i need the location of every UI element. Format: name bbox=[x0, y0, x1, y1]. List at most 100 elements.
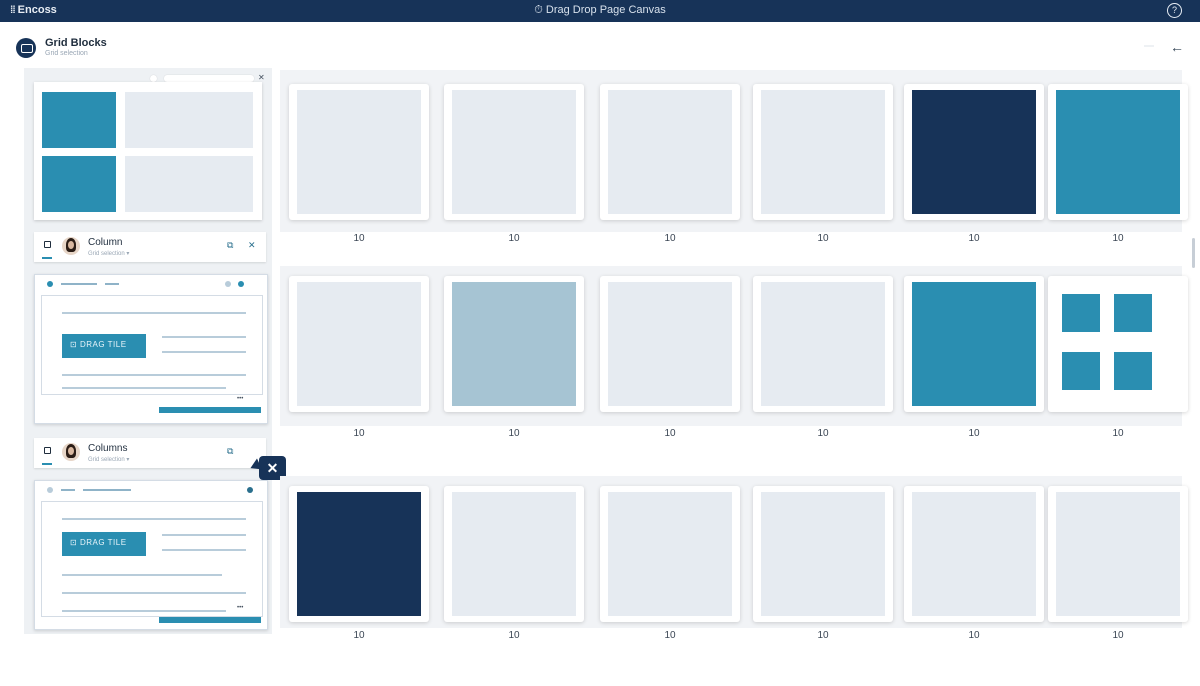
close-icon[interactable]: ✕ bbox=[248, 240, 256, 251]
preview-tile bbox=[125, 156, 253, 212]
text-line bbox=[162, 534, 246, 536]
grid-card[interactable] bbox=[444, 486, 584, 622]
text-line bbox=[162, 351, 246, 353]
more-icon[interactable]: ••• bbox=[237, 396, 243, 402]
card-label: 10 bbox=[508, 233, 520, 244]
card-label: 10 bbox=[508, 428, 520, 439]
card-fill bbox=[297, 90, 421, 214]
drag-tile-button[interactable]: ⊡ DRAG TILE bbox=[62, 532, 146, 556]
grid-card[interactable] bbox=[904, 486, 1044, 622]
card-fill bbox=[761, 90, 885, 214]
timer-icon: ⏱ bbox=[534, 4, 543, 16]
card-label: 10 bbox=[353, 428, 365, 439]
grid-card[interactable] bbox=[600, 486, 740, 622]
grid-card[interactable] bbox=[904, 84, 1044, 220]
grid-card[interactable] bbox=[753, 276, 893, 412]
grid-card[interactable] bbox=[1048, 84, 1188, 220]
grid-card[interactable] bbox=[753, 84, 893, 220]
component-row-columns[interactable]: Columns Grid selection ▾ ⧉ bbox=[34, 438, 266, 468]
tile-icon: ⊡ bbox=[70, 340, 78, 349]
card-label: 10 bbox=[1112, 630, 1124, 641]
grid-card[interactable] bbox=[289, 486, 429, 622]
card-fill bbox=[608, 282, 732, 406]
progress-bar bbox=[159, 407, 261, 413]
grid-card[interactable] bbox=[289, 276, 429, 412]
card-label: 10 bbox=[817, 233, 829, 244]
chevron-down-icon[interactable]: ▾ bbox=[126, 251, 129, 257]
panel-inner: ⊡ DRAG TILE bbox=[41, 501, 263, 617]
component-sidebar: ✕ Column Grid selection ▾ ⧉ ✕ ⊡ DRAG TIL… bbox=[24, 68, 272, 634]
card-fill bbox=[912, 282, 1036, 406]
component-name: Columns bbox=[88, 443, 128, 454]
grid-card[interactable] bbox=[753, 486, 893, 622]
card-label: 10 bbox=[664, 428, 676, 439]
component-meta: Grid selection ▾ bbox=[88, 250, 129, 257]
columns-panel[interactable]: ⊡ DRAG TILE ••• bbox=[34, 480, 268, 630]
page-subtitle: Grid selection bbox=[45, 50, 88, 57]
card-label: 10 bbox=[817, 630, 829, 641]
card-fill bbox=[452, 282, 576, 406]
avatar bbox=[62, 237, 80, 255]
card-fill bbox=[912, 90, 1036, 214]
column-panel[interactable]: ⊡ DRAG TILE ••• bbox=[34, 274, 268, 424]
card-fill bbox=[608, 90, 732, 214]
card-label: 10 bbox=[968, 233, 980, 244]
card-label: 10 bbox=[1112, 428, 1124, 439]
grid-cell bbox=[1062, 352, 1100, 390]
panel-dot-icon bbox=[238, 281, 244, 287]
panel-header-line bbox=[61, 283, 97, 285]
grid-preview-card[interactable] bbox=[34, 82, 262, 220]
drag-handle-underline bbox=[42, 257, 52, 259]
card-label: 10 bbox=[508, 630, 520, 641]
card-label: 10 bbox=[664, 630, 676, 641]
grid-card[interactable] bbox=[904, 276, 1044, 412]
grid-card[interactable] bbox=[289, 84, 429, 220]
component-name: Column bbox=[88, 237, 123, 248]
card-fill bbox=[761, 492, 885, 616]
grid-card[interactable] bbox=[1048, 276, 1188, 412]
more-icon[interactable]: ••• bbox=[237, 605, 243, 611]
text-line bbox=[62, 592, 246, 594]
panel-dot-icon bbox=[225, 281, 231, 287]
title-bar: ⁞⁞ Encoss ⏱ Drag Drop Page Canvas ? bbox=[0, 0, 1200, 22]
card-label: 10 bbox=[664, 233, 676, 244]
panel-header-line bbox=[83, 489, 131, 491]
drag-tile-button[interactable]: ⊡ DRAG TILE bbox=[62, 334, 146, 358]
grid-card[interactable] bbox=[600, 276, 740, 412]
panel-header-line bbox=[61, 489, 75, 491]
progress-bar bbox=[159, 617, 261, 623]
grid-card[interactable] bbox=[444, 84, 584, 220]
card-label: 10 bbox=[353, 233, 365, 244]
text-line bbox=[62, 518, 246, 520]
drag-handle-icon[interactable] bbox=[44, 241, 51, 248]
chevron-down-icon[interactable]: ▾ bbox=[126, 457, 129, 463]
drag-tile-label: DRAG TILE bbox=[79, 340, 127, 349]
sidebar-search-row: ✕ bbox=[34, 72, 265, 82]
back-arrow-icon[interactable]: ← bbox=[1168, 38, 1186, 56]
panel-inner: ⊡ DRAG TILE bbox=[41, 295, 263, 395]
card-fill bbox=[1056, 90, 1180, 214]
scrollbar-thumb[interactable] bbox=[1192, 238, 1195, 268]
avatar bbox=[62, 443, 80, 461]
search-icon[interactable] bbox=[150, 75, 157, 82]
search-input[interactable] bbox=[164, 75, 254, 82]
text-line bbox=[62, 610, 226, 612]
drag-handle-icon[interactable] bbox=[44, 447, 51, 454]
text-line bbox=[62, 312, 246, 314]
close-icon[interactable]: ✕ bbox=[258, 73, 265, 82]
panel-dot-icon bbox=[47, 487, 53, 493]
grid-card[interactable] bbox=[444, 276, 584, 412]
component-row-column[interactable]: Column Grid selection ▾ ⧉ ✕ bbox=[34, 232, 266, 262]
duplicate-icon[interactable]: ⧉ bbox=[227, 446, 233, 457]
grid-card[interactable] bbox=[1048, 486, 1188, 622]
grid-card[interactable] bbox=[600, 84, 740, 220]
help-icon[interactable]: ? bbox=[1167, 3, 1182, 18]
header-divider bbox=[1144, 45, 1154, 47]
card-label: 10 bbox=[1112, 233, 1124, 244]
component-meta-text: Grid selection bbox=[88, 251, 125, 257]
card-fill bbox=[912, 492, 1036, 616]
grid-cell bbox=[1114, 352, 1152, 390]
duplicate-icon[interactable]: ⧉ bbox=[227, 240, 233, 251]
panel-header-line bbox=[105, 283, 119, 285]
panel-dot-icon bbox=[247, 487, 253, 493]
